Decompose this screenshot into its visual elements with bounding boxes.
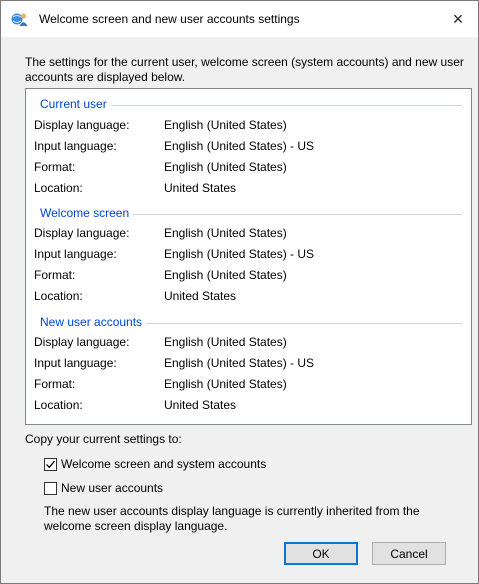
setting-row: Location: United States [34,289,236,305]
window-title: Welcome screen and new user accounts set… [39,12,300,26]
setting-row: Display language: English (United States… [34,226,287,242]
checkmark-icon [46,460,55,468]
setting-label: Display language: [34,226,130,240]
setting-value: English (United States) [164,226,287,240]
checkbox-label[interactable]: New user accounts [61,481,163,495]
checkbox-label[interactable]: Welcome screen and system accounts [61,457,266,471]
checkbox-box[interactable] [44,457,57,471]
setting-label: Location: [34,398,83,412]
setting-value: United States [164,181,237,195]
group-title: New user accounts [40,315,143,329]
setting-value: English (United States) - US [164,247,315,261]
setting-label: Format: [34,268,76,282]
ok-button[interactable]: OK [284,542,358,565]
checkbox-box[interactable] [44,481,57,495]
setting-value: English (United States) [164,377,287,391]
copy-settings-label: Copy your current settings to: [25,432,182,446]
group-divider [146,322,462,324]
setting-row: Display language: English (United States… [34,118,287,134]
setting-row: Format: English (United States) [34,268,287,284]
group-divider [110,104,462,106]
setting-value: United States [164,289,237,303]
inheritance-note: The new user accounts display language i… [44,504,420,533]
group-header-new-user-accounts: New user accounts [40,314,462,330]
setting-value: English (United States) - US [164,356,315,370]
setting-row: Format: English (United States) [34,160,287,176]
new-user-accounts-checkbox[interactable]: New user accounts [44,480,163,496]
setting-label: Input language: [34,139,117,153]
globe-people-icon [11,11,29,27]
setting-value: English (United States) - US [164,139,315,153]
setting-label: Location: [34,289,83,303]
setting-value: English (United States) [164,160,287,174]
setting-row: Location: United States [34,398,236,414]
close-icon: × [452,8,464,29]
setting-row: Input language: English (United States) … [34,139,314,155]
group-title: Welcome screen [40,206,130,220]
title-bar: Welcome screen and new user accounts set… [1,1,478,37]
setting-row: Display language: English (United States… [34,335,287,351]
group-divider [133,213,462,215]
setting-row: Input language: English (United States) … [34,247,314,263]
group-title: Current user [40,97,107,111]
group-header-current-user: Current user [40,96,462,112]
welcome-screen-checkbox[interactable]: Welcome screen and system accounts [44,456,266,472]
setting-label: Format: [34,160,76,174]
setting-label: Input language: [34,356,117,370]
setting-label: Input language: [34,247,117,261]
setting-value: English (United States) [164,335,287,349]
setting-row: Format: English (United States) [34,377,287,393]
setting-row: Input language: English (United States) … [34,356,314,372]
setting-value: English (United States) [164,118,287,132]
settings-panel: Current user Display language: English (… [25,88,472,425]
setting-row: Location: United States [34,181,236,197]
dialog-window: Welcome screen and new user accounts set… [0,0,479,584]
setting-value: English (United States) [164,268,287,282]
close-button[interactable]: × [438,1,478,37]
setting-label: Format: [34,377,76,391]
group-header-welcome-screen: Welcome screen [40,205,462,221]
setting-label: Location: [34,181,83,195]
setting-value: United States [164,398,237,412]
setting-label: Display language: [34,335,130,349]
setting-label: Display language: [34,118,130,132]
intro-text: The settings for the current user, welco… [25,55,464,84]
cancel-button[interactable]: Cancel [372,542,446,565]
